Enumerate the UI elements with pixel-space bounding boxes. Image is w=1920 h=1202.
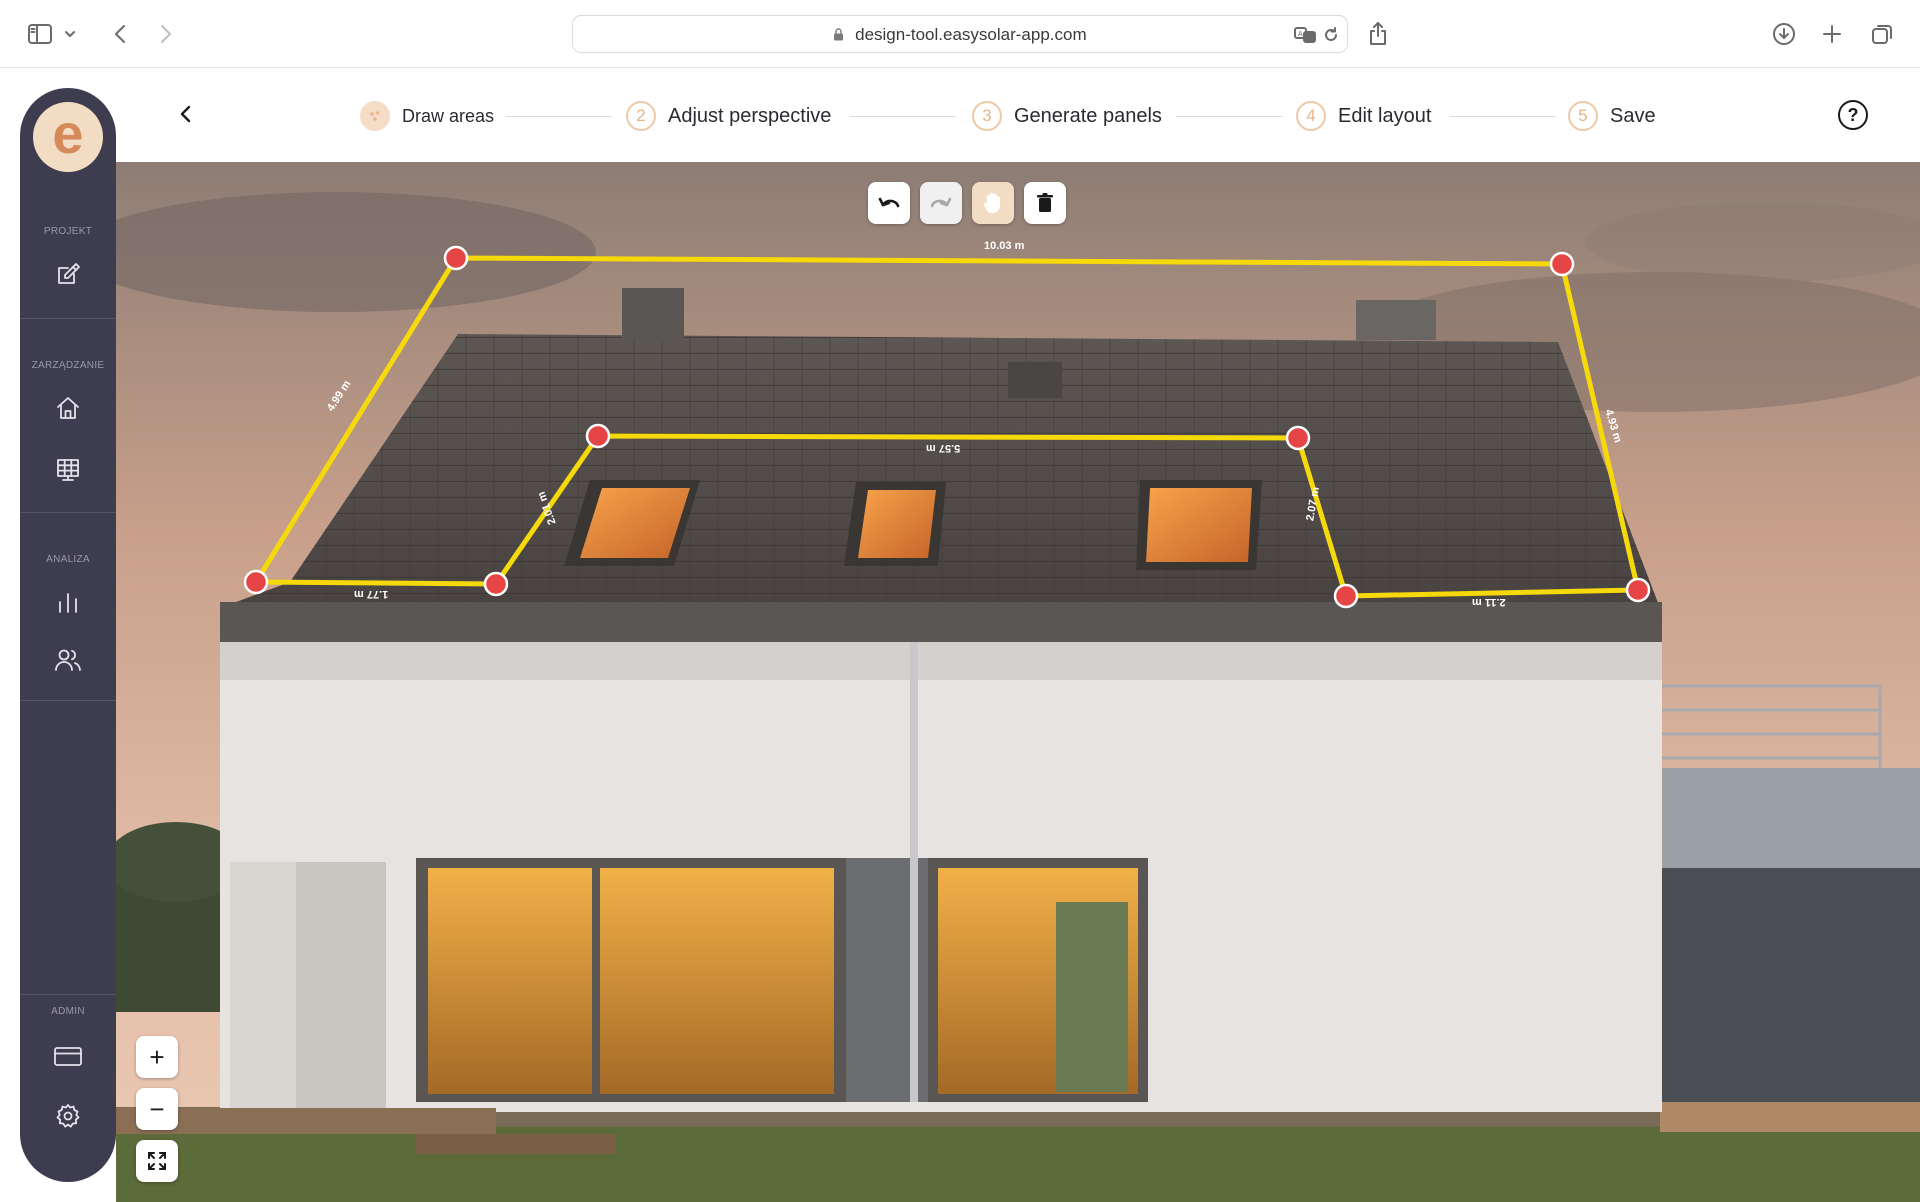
step-number-2: 2	[626, 101, 656, 131]
wizard-header: Draw areas 2 Adjust perspective 3 Genera…	[116, 68, 1920, 162]
hand-icon	[983, 192, 1001, 214]
step-number-3: 3	[972, 101, 1002, 131]
url-text: design-tool.easysolar-app.com	[855, 25, 1087, 44]
vertex-handle	[585, 423, 611, 449]
vertex-layer	[243, 245, 1651, 609]
step-connector	[850, 116, 956, 117]
chevron-down-icon[interactable]	[60, 18, 80, 50]
sidebar-divider	[20, 512, 116, 513]
users-icon[interactable]	[50, 642, 86, 678]
tabs-overview-icon[interactable]	[1866, 18, 1898, 50]
edit-project-icon[interactable]	[50, 256, 86, 292]
step-save[interactable]: 5 Save	[1568, 100, 1656, 132]
browser-toolbar: design-tool.easysolar-app.com A	[0, 0, 1920, 68]
share-icon[interactable]	[1362, 18, 1394, 50]
vertex-handle	[483, 571, 509, 597]
step-number-1	[360, 101, 390, 131]
logo-letter: e	[52, 102, 84, 165]
vertex-handle	[443, 245, 469, 271]
step-number-4: 4	[1296, 101, 1326, 131]
new-tab-icon[interactable]	[1816, 18, 1848, 50]
step-draw-areas[interactable]: Draw areas	[360, 100, 494, 132]
vertex-handle	[1333, 583, 1359, 609]
address-bar[interactable]: design-tool.easysolar-app.com A	[572, 15, 1348, 53]
undo-icon	[878, 197, 900, 208]
section-label-admin: ADMIN	[51, 1006, 85, 1017]
step-label: Edit layout	[1338, 104, 1432, 127]
step-connector	[1176, 116, 1282, 117]
delete-button[interactable]	[1024, 182, 1066, 224]
step-label: Adjust perspective	[668, 104, 832, 127]
fullscreen-icon	[148, 1152, 166, 1170]
dots-icon	[370, 111, 380, 121]
undo-button[interactable]	[868, 182, 910, 224]
settings-icon[interactable]	[50, 1098, 86, 1134]
fit-to-screen-button[interactable]	[136, 1140, 178, 1182]
forward-arrow-icon[interactable]	[150, 18, 182, 50]
sidebar-divider	[20, 700, 116, 701]
back-arrow-icon[interactable]	[104, 18, 136, 50]
design-canvas[interactable]: 10.03 m 4.99 m 4.93 m 5.57 m 2.01 m 2.07…	[116, 162, 1920, 1202]
vertex-handle	[243, 569, 269, 595]
step-label: Draw areas	[402, 105, 495, 126]
card-icon[interactable]	[50, 1038, 86, 1074]
reload-icon[interactable]	[1315, 19, 1347, 51]
svg-text:A: A	[1298, 31, 1303, 38]
sidebar-divider	[20, 994, 116, 995]
bar-chart-icon[interactable]	[50, 584, 86, 620]
vertex-handle	[1285, 425, 1311, 451]
home-icon[interactable]	[50, 390, 86, 426]
step-label: Save	[1610, 104, 1656, 127]
solar-panel-icon[interactable]	[50, 452, 86, 488]
lock-icon	[834, 28, 844, 41]
step-edit-layout[interactable]: 4 Edit layout	[1296, 100, 1431, 132]
section-label-zarzadzanie: ZARZĄDZANIE	[31, 360, 105, 371]
vertex-handle	[1625, 577, 1651, 603]
sidebar-toggle-icon[interactable]	[24, 18, 56, 50]
chevron-left-icon	[180, 105, 191, 123]
zoom-in-button[interactable]: +	[136, 1036, 178, 1078]
step-connector	[1450, 116, 1556, 117]
step-generate-panels[interactable]: 3 Generate panels	[972, 100, 1162, 132]
help-button[interactable]: ?	[1838, 100, 1868, 130]
section-label-analiza: ANALIZA	[46, 554, 90, 565]
vertex-handle	[1549, 251, 1575, 277]
redo-button[interactable]	[920, 182, 962, 224]
back-button[interactable]	[170, 98, 202, 130]
redo-icon	[930, 197, 952, 208]
step-connector	[506, 116, 612, 117]
section-label-projekt: PROJEKT	[43, 226, 93, 237]
trash-icon	[1037, 193, 1053, 212]
pan-tool-button[interactable]	[972, 182, 1014, 224]
sidebar-divider	[20, 318, 116, 319]
sidebar: e PROJEKT ZARZĄDZANIE ANALIZA ADMIN	[20, 88, 116, 1182]
step-label: Generate panels	[1014, 104, 1162, 127]
app-logo[interactable]: e	[33, 102, 103, 172]
zoom-out-button[interactable]: −	[136, 1088, 178, 1130]
step-number-5: 5	[1568, 101, 1598, 131]
download-icon[interactable]	[1768, 18, 1800, 50]
step-adjust-perspective[interactable]: 2 Adjust perspective	[626, 100, 831, 132]
